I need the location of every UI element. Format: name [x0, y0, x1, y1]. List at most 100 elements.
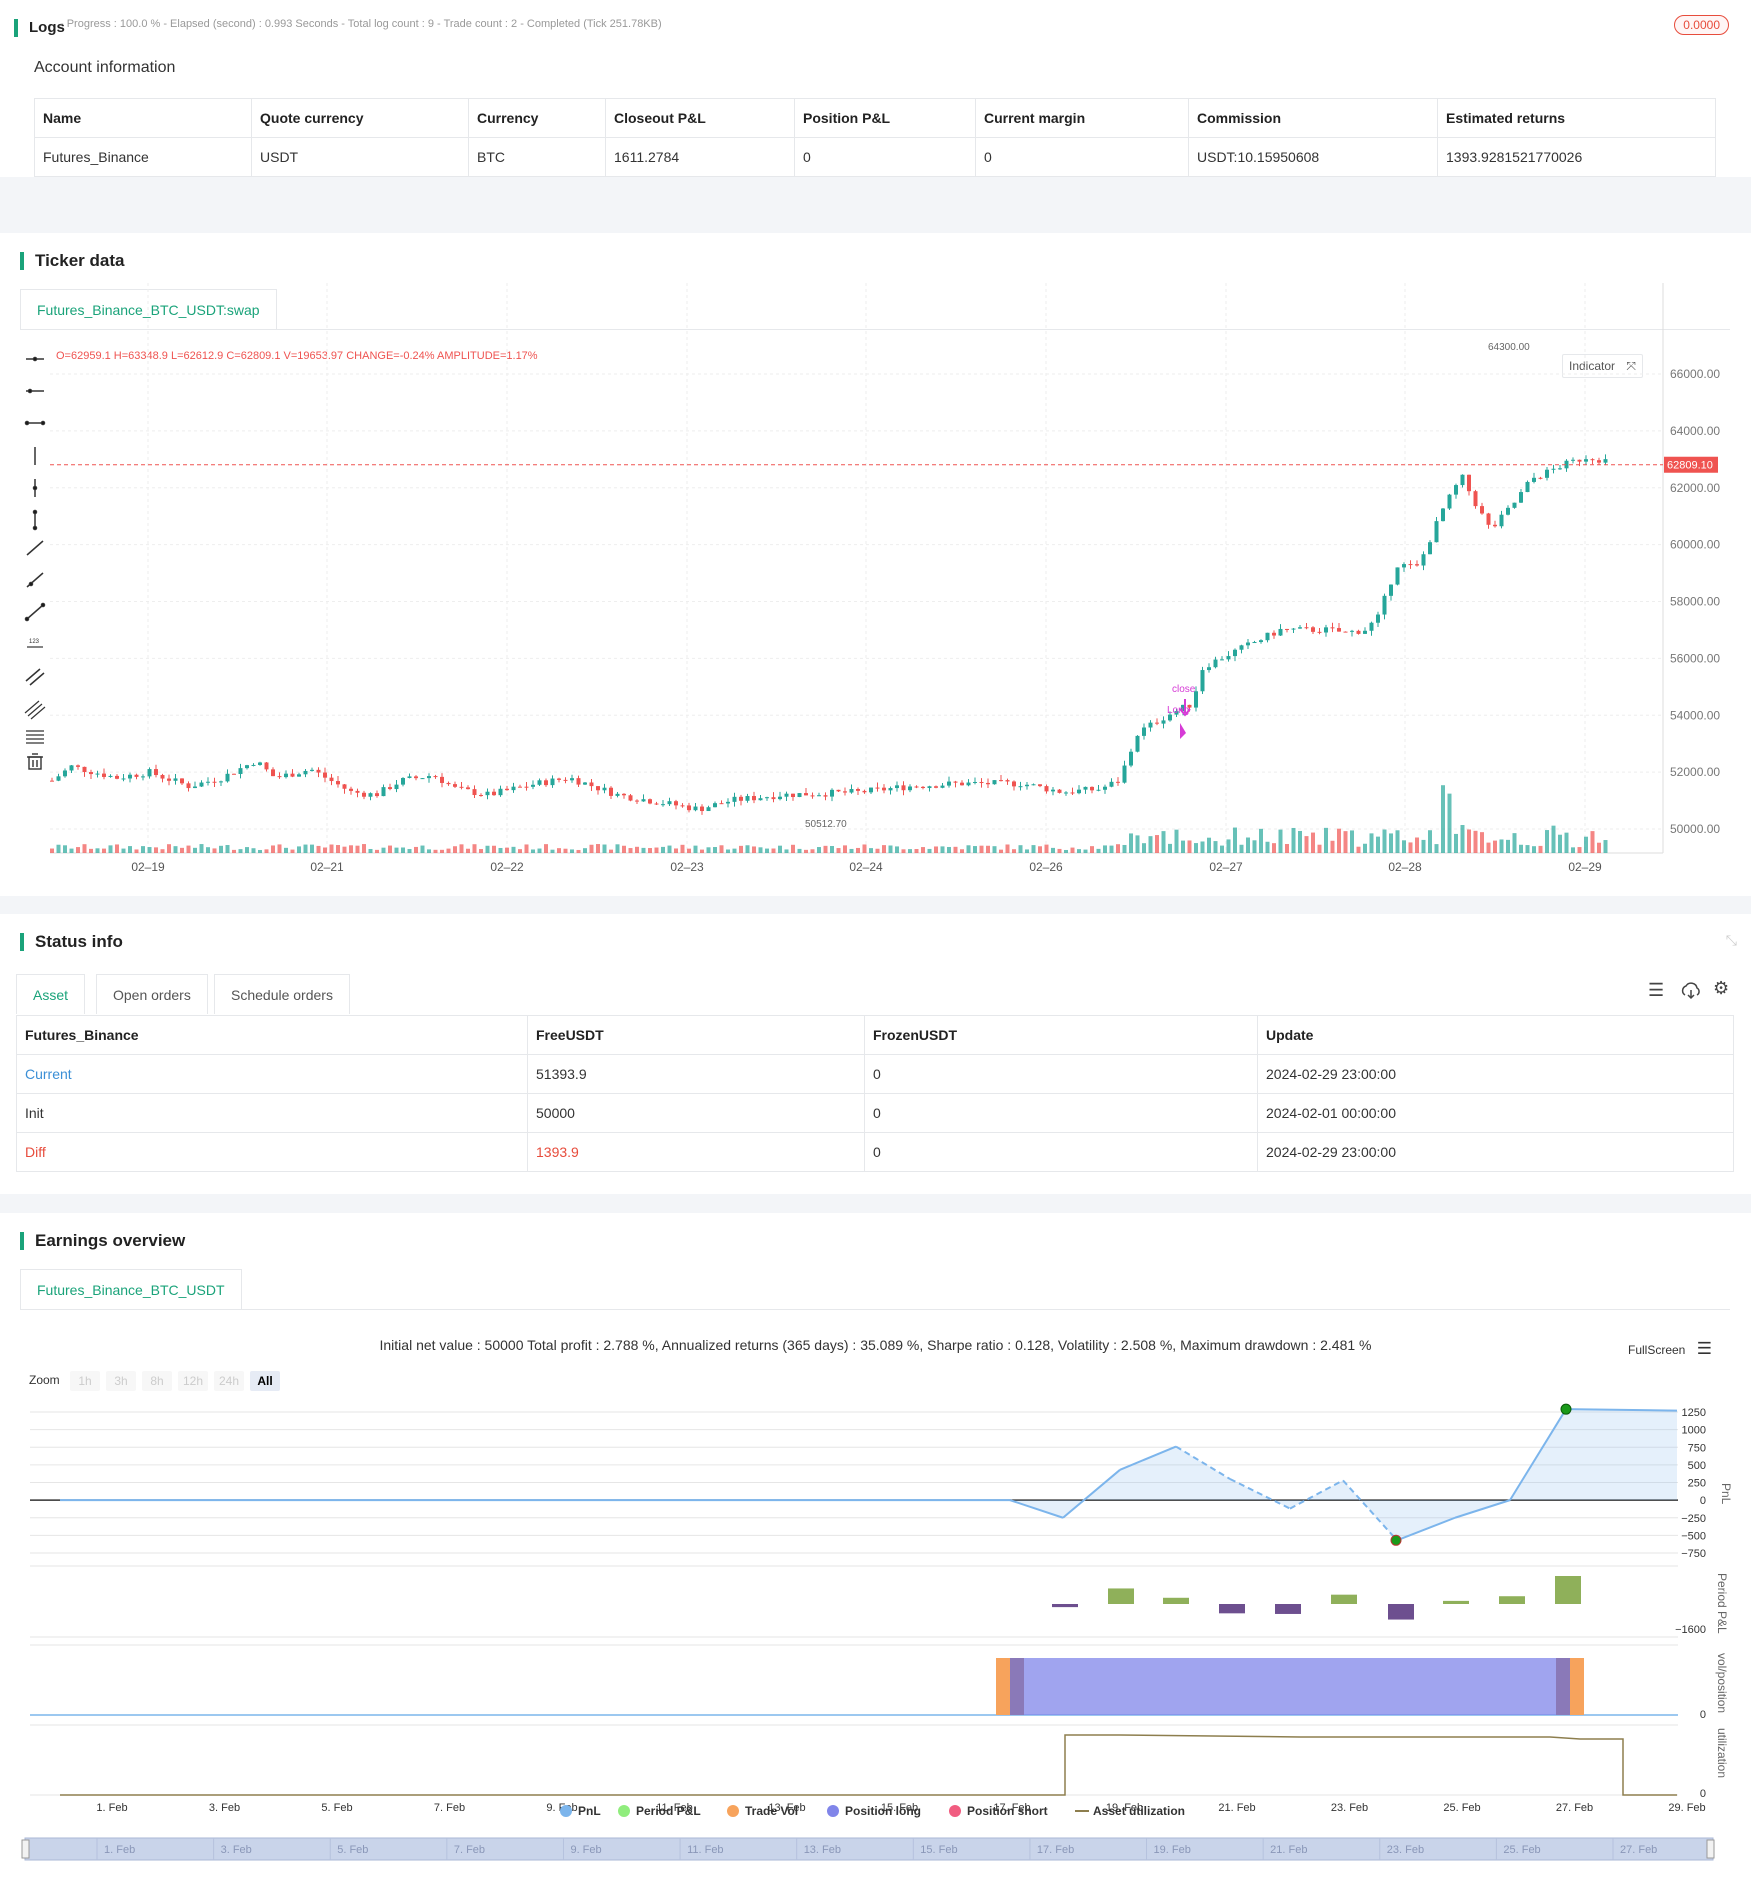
candle-body — [154, 769, 158, 776]
volume-bar — [934, 846, 938, 853]
download-icon[interactable] — [1680, 982, 1702, 1000]
navigator-right-handle[interactable] — [1706, 1839, 1715, 1859]
candle-body — [875, 787, 880, 789]
volume-bar — [1083, 849, 1088, 853]
account-table: Name Quote currency Currency Closeout P&… — [34, 98, 1716, 177]
candle-body — [342, 784, 347, 789]
navigator-range[interactable] — [24, 1837, 1714, 1861]
legend-item[interactable]: Position short — [967, 1804, 1048, 1818]
volume-bar — [1226, 839, 1231, 853]
candle-body — [901, 785, 906, 791]
zoom-button[interactable]: 1h — [78, 1374, 91, 1388]
volume-bar — [180, 847, 184, 853]
candle-body — [992, 780, 997, 785]
candle-body — [680, 805, 685, 807]
asset-row-label: Current — [16, 1054, 528, 1094]
util-axis-title: utilization — [1715, 1728, 1729, 1778]
candle-body — [271, 769, 275, 777]
period-pnl-bar — [1163, 1597, 1189, 1604]
zoom-button[interactable]: 3h — [114, 1374, 127, 1388]
navigator-tick-label: 7. Feb — [454, 1844, 485, 1856]
legend-item[interactable]: Period P&L — [636, 1804, 701, 1818]
volume-bar — [63, 845, 67, 853]
candle-body — [1291, 628, 1296, 630]
volume-bar — [1005, 844, 1010, 853]
volume-bar — [1181, 840, 1185, 853]
volume-bar — [1259, 828, 1263, 853]
zoom-button[interactable]: 24h — [219, 1374, 239, 1388]
volume-bar — [1382, 829, 1387, 853]
volume-bar — [141, 846, 145, 853]
volume-bar — [498, 847, 503, 853]
y-tick-label: 64000.00 — [1670, 424, 1720, 438]
volume-bar — [206, 847, 210, 853]
volume-bar — [485, 845, 490, 853]
volume-bar — [173, 846, 178, 853]
zoom-button[interactable]: All — [257, 1374, 272, 1388]
x-tick-label: 21. Feb — [1218, 1802, 1255, 1814]
asset-cell: 1393.9 — [527, 1132, 865, 1172]
collapse-icon[interactable]: ⤡ — [1726, 932, 1737, 949]
candle-body — [700, 806, 704, 812]
x-tick-label: 7. Feb — [434, 1802, 465, 1814]
volume-bar — [1415, 837, 1419, 853]
settings-gear-icon[interactable]: ⚙ — [1713, 978, 1729, 999]
zoom-button[interactable]: 8h — [150, 1374, 163, 1388]
position-edge — [1556, 1658, 1570, 1715]
tab-asset[interactable]: Asset — [16, 974, 86, 1014]
account-header-cell: Current margin — [975, 98, 1189, 138]
account-header-cell: Currency — [468, 98, 606, 138]
volume-bar — [1525, 845, 1530, 853]
candle-body — [882, 787, 886, 791]
volume-bar — [726, 849, 730, 853]
volume-bar — [323, 847, 327, 853]
candle-body — [381, 787, 386, 797]
candle-body — [1499, 514, 1504, 527]
candle-body — [1408, 564, 1413, 566]
navigator-left-handle[interactable] — [21, 1839, 30, 1859]
volume-bar — [1441, 785, 1445, 853]
candle-body — [1369, 622, 1374, 631]
volume-bar — [1590, 831, 1595, 853]
legend-item[interactable]: Trade Vol — [745, 1804, 798, 1818]
candle-body — [1506, 507, 1510, 515]
volume-bar — [1337, 828, 1341, 853]
vol-axis-title: vol/position — [1715, 1653, 1729, 1713]
asset-cell: 50000 — [527, 1093, 865, 1133]
candle-body — [1226, 656, 1231, 660]
volume-bar — [1064, 849, 1068, 853]
volume-bar — [1272, 843, 1276, 853]
legend-item[interactable]: PnL — [578, 1804, 601, 1818]
candle-body — [1551, 468, 1556, 470]
volume-bar — [1168, 843, 1172, 853]
volume-bar — [693, 845, 698, 853]
asset-cell: 51393.9 — [527, 1054, 865, 1094]
zoom-button[interactable]: 12h — [183, 1374, 203, 1388]
tab-schedule-orders[interactable]: Schedule orders — [214, 974, 350, 1014]
volume-bar — [700, 849, 704, 853]
volume-bar — [238, 849, 243, 853]
candle-body — [862, 790, 867, 793]
candle-body — [349, 788, 353, 791]
volume-bar — [446, 848, 451, 853]
y-tick-label: 52000.00 — [1670, 765, 1720, 779]
asset-cell: 2024-02-01 00:00:00 — [1257, 1093, 1734, 1133]
volume-bar — [862, 844, 867, 853]
legend-item[interactable]: Asset utilization — [1093, 1804, 1185, 1818]
volume-bar — [342, 846, 347, 853]
volume-bar — [1012, 849, 1016, 853]
candle-body — [401, 777, 405, 785]
legend-item[interactable]: Position long — [845, 1804, 921, 1818]
volume-bar — [1161, 831, 1166, 853]
volume-bar — [1239, 844, 1244, 853]
trade-vol-bar — [996, 1658, 1010, 1715]
volume-bar — [1096, 848, 1101, 853]
volume-bar — [453, 846, 457, 853]
list-icon[interactable]: ☰ — [1648, 980, 1664, 1001]
candle-body — [797, 793, 802, 798]
x-tick-label: 02–27 — [1209, 860, 1243, 874]
candle-body — [1246, 642, 1250, 646]
candle-body — [505, 788, 509, 791]
account-cell: USDT:10.15950608 — [1188, 137, 1438, 177]
tab-open-orders[interactable]: Open orders — [96, 974, 208, 1014]
